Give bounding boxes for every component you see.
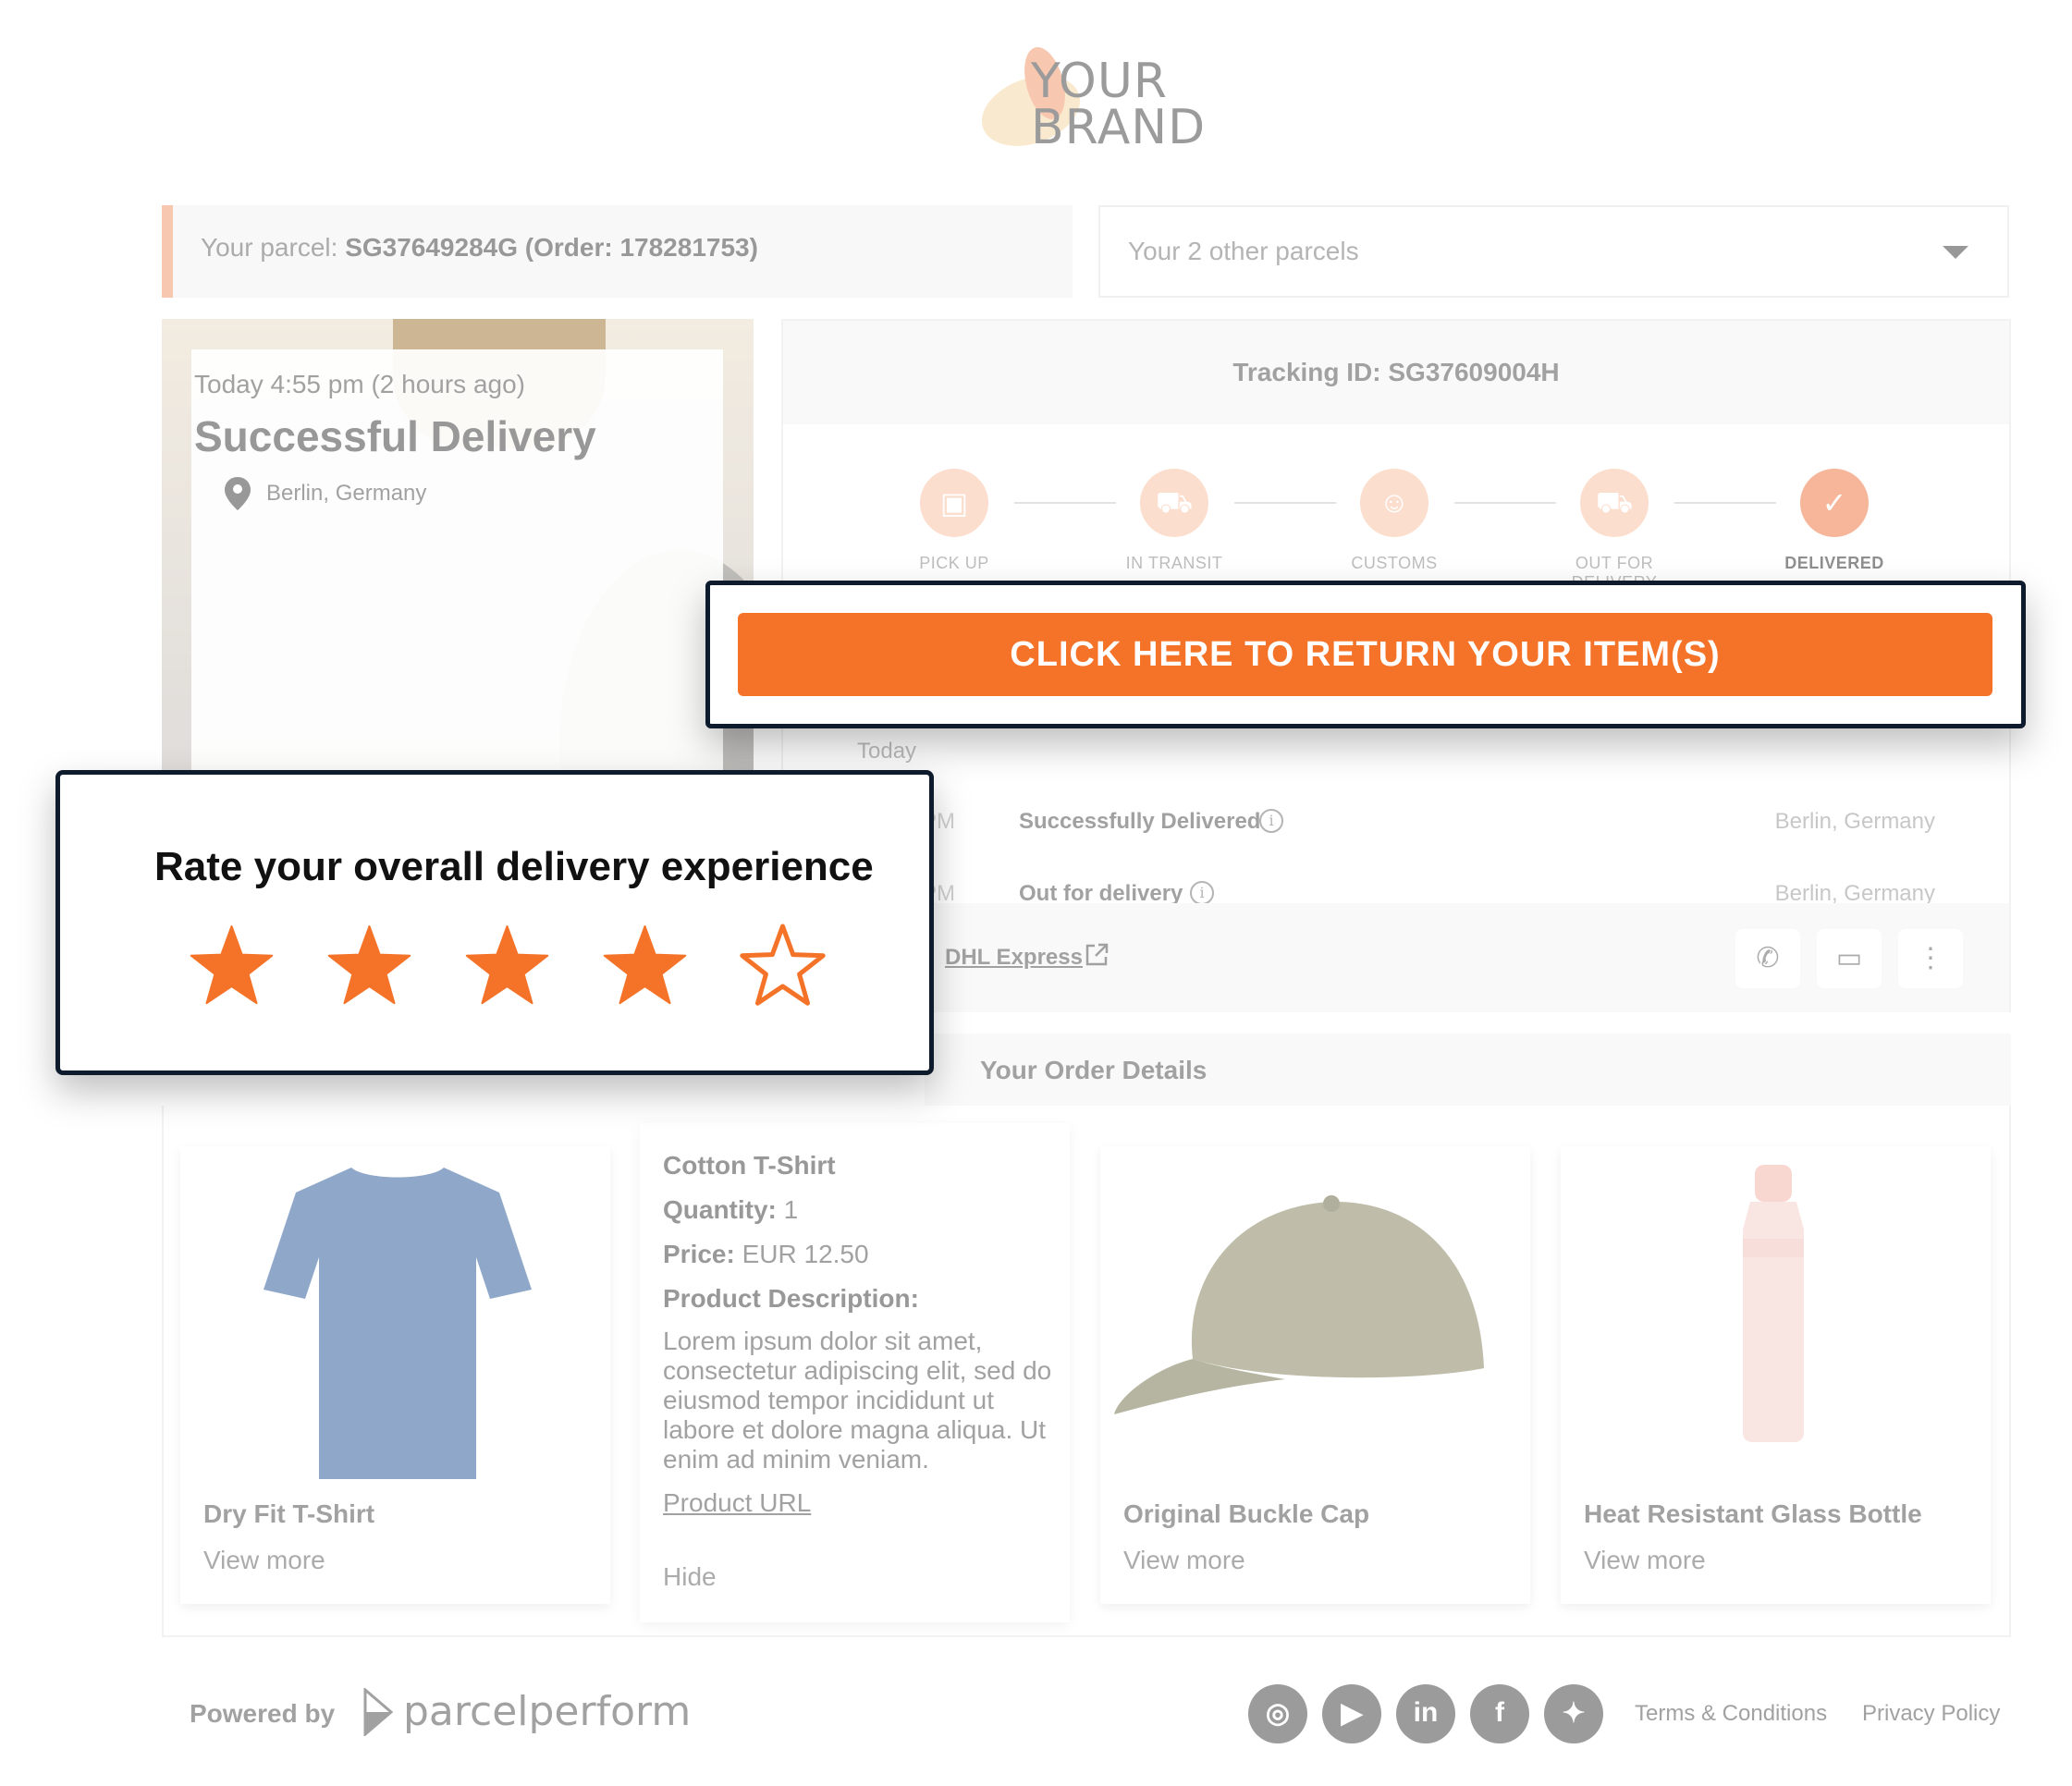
current-parcel-label: Your parcel:	[201, 233, 346, 262]
terms-link[interactable]: Terms & Conditions	[1635, 1701, 1827, 1727]
current-parcel-text: Your parcel: SG37649284G (Order: 1782817…	[201, 233, 758, 263]
product-name: Dry Fit T-Shirt	[203, 1499, 375, 1528]
delivery-time: Today 4:55 pm (2 hours ago)	[194, 370, 525, 398]
event-location: Berlin, Germany	[1774, 809, 1935, 834]
delivery-status-title: Successful Delivery	[194, 412, 596, 460]
more-options-button[interactable]: ⋮	[1898, 929, 1963, 988]
return-items-callout: CLICK HERE TO RETURN YOUR ITEM(S)	[705, 581, 2026, 728]
step-pick-up: ▣ PICK UP	[880, 469, 1028, 573]
step-label: IN TRANSIT	[1125, 554, 1223, 572]
glass-bottle-image	[1743, 1165, 1804, 1442]
info-icon[interactable]: i	[1259, 809, 1283, 833]
order-details-title: Your Order Details	[980, 1056, 1208, 1084]
step-customs: ☺ CUSTOMS	[1320, 469, 1468, 573]
step-delivered: ✓ DELIVERED	[1760, 469, 1908, 573]
linkedin-link[interactable]: in	[1396, 1684, 1455, 1743]
brand-logo: YOUR BRAND	[972, 42, 1205, 159]
product-name: Heat Resistant Glass Bottle	[1584, 1499, 1922, 1528]
browser-button[interactable]: ▭	[1817, 929, 1882, 988]
event-title: Out for delivery	[1019, 881, 1183, 903]
other-parcels-dropdown[interactable]: Your 2 other parcels	[1098, 205, 2009, 298]
twitter-icon: ✦	[1562, 1698, 1586, 1729]
cap-image	[1114, 1195, 1484, 1414]
view-more-link[interactable]: View more	[1123, 1546, 1245, 1575]
external-link-icon[interactable]	[1084, 942, 1110, 968]
product-quantity: Quantity: 1	[663, 1195, 799, 1224]
current-parcel-value: SG37649284G (Order: 178281753)	[345, 233, 758, 262]
brand-text: YOUR BRAND	[1031, 54, 1207, 155]
brand-line-1: YOUR	[1031, 54, 1169, 109]
browser-window-icon: ▭	[1835, 943, 1863, 973]
carrier-link[interactable]: DHL Express	[945, 945, 1083, 971]
product-price: Price: EUR 12.50	[663, 1240, 869, 1268]
step-label: PICK UP	[919, 554, 989, 572]
star-filled-icon[interactable]	[325, 923, 413, 1010]
delivery-location: Berlin, Germany	[266, 481, 427, 506]
parcelperform-logo-text: parcelperform	[403, 1688, 692, 1735]
tshirt-image	[264, 1168, 532, 1479]
star-filled-icon[interactable]	[601, 923, 689, 1010]
facebook-link[interactable]: f	[1470, 1684, 1529, 1743]
powered-by-label: Powered by	[190, 1699, 336, 1728]
event-title: Successfully Delivered	[1019, 809, 1261, 834]
carrier-bar: DHL Express ✆ ▭ ⋮	[783, 903, 2009, 1012]
youtube-icon: ▶	[1341, 1698, 1363, 1729]
step-label: DELIVERED	[1784, 554, 1884, 572]
product-card: Original Buckle Cap View more	[1100, 1146, 1530, 1604]
hide-details-button[interactable]: Hide	[663, 1562, 717, 1592]
star-filled-icon[interactable]	[188, 923, 276, 1010]
product-card: Dry Fit T-Shirt View more	[180, 1146, 610, 1604]
phone-icon: ✆	[1756, 943, 1780, 973]
tracking-header: Tracking ID: SG37609004H	[783, 321, 2009, 424]
checkmark-icon: ✓	[1800, 469, 1869, 537]
product-detail-card: Cotton T-Shirt Quantity: 1 Price: EUR 12…	[640, 1123, 1070, 1622]
event-row: PM Successfully Delivered i Berlin, Germ…	[783, 809, 2009, 855]
product-detail-name: Cotton T-Shirt	[663, 1151, 836, 1180]
step-in-transit: ⛟ IN TRANSIT	[1100, 469, 1248, 573]
product-description-label: Product Description:	[663, 1284, 919, 1313]
current-parcel-bar: Your parcel: SG37649284G (Order: 1782817…	[162, 205, 1073, 298]
youtube-link[interactable]: ▶	[1322, 1684, 1381, 1743]
view-more-link[interactable]: View more	[1584, 1546, 1706, 1575]
step-out-for-delivery: ⛟ OUT FOR DELIVERY	[1540, 469, 1688, 593]
call-button[interactable]: ✆	[1735, 929, 1800, 988]
info-icon[interactable]: i	[1190, 881, 1214, 903]
officer-icon: ☺	[1360, 469, 1428, 537]
events-day-label: Today	[857, 739, 917, 764]
privacy-link[interactable]: Privacy Policy	[1862, 1701, 2000, 1727]
product-name: Original Buckle Cap	[1123, 1499, 1370, 1528]
truck-icon: ⛟	[1140, 469, 1208, 537]
event-row: PM Out for delivery i Berlin, Germany	[783, 881, 2009, 903]
linkedin-icon: in	[1413, 1697, 1439, 1728]
step-label: CUSTOMS	[1351, 554, 1438, 572]
instagram-link[interactable]: ◎	[1248, 1684, 1307, 1743]
rating-callout: Rate your overall delivery experience	[55, 770, 934, 1075]
product-url-link[interactable]: Product URL	[663, 1488, 811, 1518]
delivery-truck-icon: ⛟	[1580, 469, 1649, 537]
product-card: Heat Resistant Glass Bottle View more	[1561, 1146, 1991, 1604]
view-more-link[interactable]: View more	[203, 1546, 325, 1575]
other-parcels-label: Your 2 other parcels	[1128, 237, 1359, 265]
parcelperform-logo-icon	[363, 1688, 393, 1736]
instagram-icon: ◎	[1265, 1698, 1291, 1729]
event-location: Berlin, Germany	[1774, 881, 1935, 903]
facebook-icon: f	[1495, 1697, 1504, 1728]
product-description: Lorem ipsum dolor sit amet, consectetur …	[663, 1327, 1052, 1474]
rating-title: Rate your overall delivery experience	[154, 844, 874, 889]
caret-down-icon[interactable]	[1943, 246, 1968, 259]
return-items-button[interactable]: CLICK HERE TO RETURN YOUR ITEM(S)	[738, 613, 1992, 696]
kebab-menu-icon: ⋮	[1917, 943, 1944, 973]
twitter-link[interactable]: ✦	[1544, 1684, 1603, 1743]
star-empty-icon[interactable]	[739, 923, 827, 1010]
tracking-id: Tracking ID: SG37609004H	[1232, 358, 1560, 386]
box-icon: ▣	[920, 469, 988, 537]
brand-line-2: BRAND	[1031, 100, 1207, 155]
order-details-header: Your Order Details	[925, 1034, 2011, 1106]
location-pin-icon	[225, 477, 251, 510]
star-filled-icon[interactable]	[463, 923, 551, 1010]
tracking-page: YOUR BRAND Your parcel: SG37649284G (Ord…	[0, 0, 2072, 1786]
